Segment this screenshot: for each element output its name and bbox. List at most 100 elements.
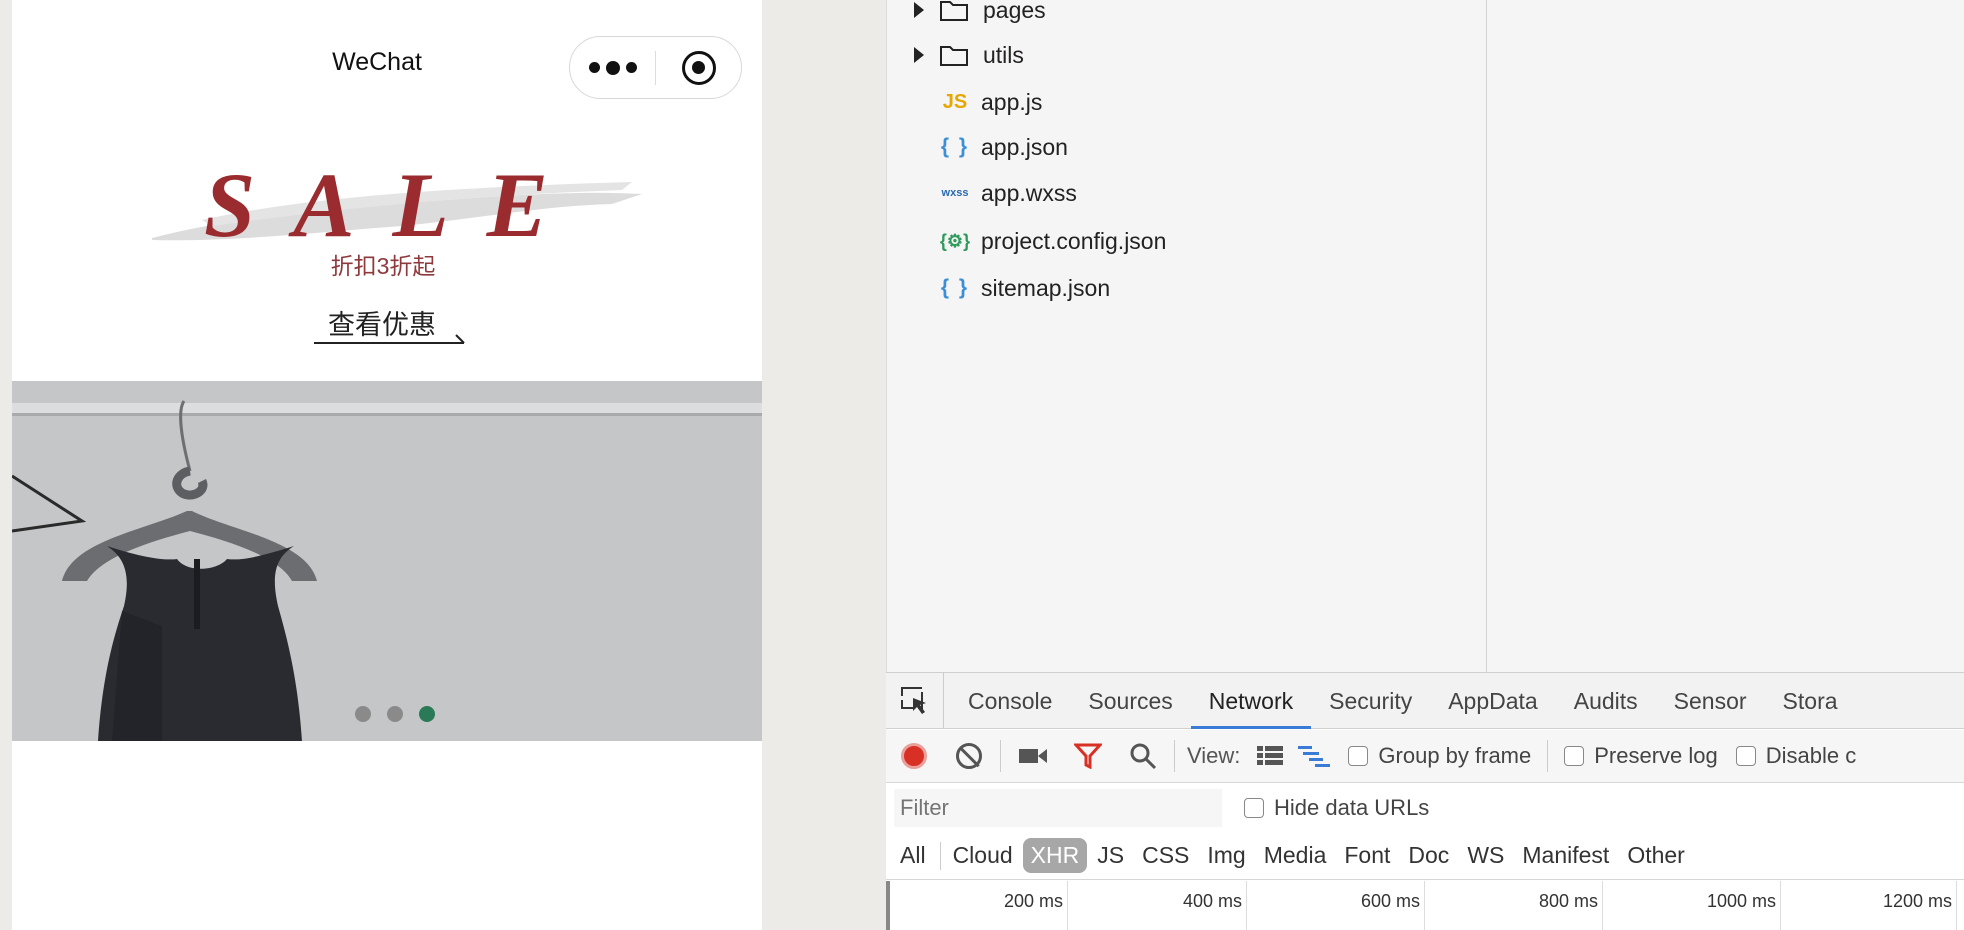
toolbar-divider [1174,740,1175,772]
search-button[interactable] [1115,730,1170,783]
mini-program-capsule [569,36,742,99]
overview-button[interactable] [1292,730,1336,783]
timeline-tick: 600 ms [1247,881,1425,930]
tree-file-app-wxss[interactable]: wxss app.wxss [887,173,1077,213]
tree-file-project-config[interactable]: {⚙} project.config.json [887,221,1166,261]
search-icon [1130,743,1156,770]
timeline-tick: 400 ms [1068,881,1247,930]
more-dot-icon [588,62,600,73]
close-program-button[interactable] [656,50,741,85]
type-filter-media[interactable]: Media [1256,838,1335,873]
type-filter-other[interactable]: Other [1619,838,1693,873]
expand-arrow-icon[interactable] [914,2,924,18]
network-toolbar: View: Group by frame Preserve log Disabl… [886,730,1964,783]
hide-data-urls-checkbox[interactable] [1244,798,1264,818]
hide-data-urls-option[interactable]: Hide data URLs [1244,795,1429,821]
timeline-tick: 200 ms [890,881,1068,930]
screenshot-button[interactable] [1005,730,1060,783]
disable-cache-option[interactable]: Disable c [1735,743,1857,769]
type-filter-js[interactable]: JS [1089,838,1132,873]
network-timeline[interactable]: 200 ms 400 ms 600 ms 800 ms 1000 ms 1200… [886,881,1964,930]
record-icon [900,743,927,769]
preserve-log-option[interactable]: Preserve log [1564,743,1718,769]
simulator-screen: WeChat SALE 折扣3折起 查看优惠 [12,0,762,930]
type-filter-img[interactable]: Img [1199,838,1253,873]
type-divider [939,841,941,870]
resource-type-filters: All Cloud XHR JS CSS Img Media Font Doc … [886,832,1964,880]
more-menu-button[interactable] [570,37,655,98]
config-file-icon: {⚙} [939,230,971,251]
expand-arrow-icon[interactable] [914,47,924,63]
waterfall-icon [1298,746,1331,767]
large-rows-button[interactable] [1248,730,1292,783]
preserve-log-label: Preserve log [1594,743,1718,768]
video-camera-icon [1018,749,1047,763]
tree-file-app-json[interactable]: { } app.json [887,127,1068,167]
folder-icon [940,46,968,66]
devtools-tab-bar: Console Sources Network Security AppData… [886,672,1964,729]
tree-item-label: app.wxss [981,179,1077,206]
type-filter-all[interactable]: All [892,838,934,873]
disable-cache-checkbox[interactable] [1735,746,1756,766]
tab-audits[interactable]: Audits [1556,673,1656,729]
folder-icon [940,1,968,21]
tab-appdata[interactable]: AppData [1430,673,1556,729]
hide-data-urls-label: Hide data URLs [1274,795,1430,820]
timeline-tick: 1200 ms [1781,881,1957,930]
deal-underline-arrow [314,334,465,344]
banner-dot[interactable] [355,706,371,722]
tab-sensor[interactable]: Sensor [1656,673,1765,729]
type-filter-ws[interactable]: WS [1459,838,1512,873]
banner-pagination [355,706,435,722]
view-label: View: [1187,743,1241,768]
tree-item-label: utils [983,41,1024,68]
tab-sources[interactable]: Sources [1070,673,1190,729]
tree-folder-utils[interactable]: utils [887,35,1024,75]
type-filter-css[interactable]: CSS [1134,838,1197,873]
preserve-log-checkbox[interactable] [1564,746,1585,766]
filter-toggle-button[interactable] [1060,730,1115,783]
target-icon [681,50,716,85]
sale-heading: SALE [203,154,587,256]
record-button[interactable] [886,730,941,783]
filter-input[interactable] [894,789,1222,827]
product-banner-image[interactable] [12,381,762,741]
tree-file-app-js[interactable]: JS app.js [887,82,1043,122]
type-filter-font[interactable]: Font [1336,838,1398,873]
inspect-element-button[interactable] [886,672,944,729]
tree-item-label: app.js [981,88,1043,115]
tab-storage[interactable]: Stora [1765,673,1856,729]
clear-button[interactable] [941,730,996,783]
toolbar-divider [1547,740,1549,772]
disable-cache-label: Disable c [1765,743,1857,768]
devtools-panel: Console Sources Network Security AppData… [886,672,1964,930]
type-filter-doc[interactable]: Doc [1400,838,1457,873]
group-by-frame-option[interactable]: Group by frame [1348,743,1531,769]
tree-file-sitemap-json[interactable]: { } sitemap.json [887,268,1110,308]
group-by-frame-checkbox[interactable] [1348,746,1369,766]
dress-on-hanger-image [12,381,762,741]
timeline-tick: 800 ms [1425,881,1603,930]
tab-security[interactable]: Security [1311,673,1430,729]
sale-subtitle: 折扣3折起 [330,253,436,279]
group-by-frame-label: Group by frame [1378,743,1532,768]
type-filter-cloud[interactable]: Cloud [945,838,1021,873]
more-dot-icon [605,60,620,75]
banner-dot-active[interactable] [419,706,435,722]
tree-item-label: app.json [981,133,1068,160]
tree-folder-pages[interactable]: pages [887,0,1046,30]
tab-network[interactable]: Network [1190,673,1312,729]
type-filter-manifest[interactable]: Manifest [1514,838,1617,873]
tree-item-label: pages [983,0,1046,23]
tab-console[interactable]: Console [950,673,1070,729]
tree-item-label: project.config.json [981,227,1167,254]
list-view-icon [1257,746,1284,765]
inspect-cursor-icon [900,686,926,714]
wxss-file-icon: wxss [941,187,969,199]
banner-dot[interactable] [387,706,403,722]
json-file-icon: { } [940,276,970,299]
clear-icon [955,743,982,769]
json-file-icon: { } [940,135,970,158]
more-dot-icon [625,62,637,73]
type-filter-xhr[interactable]: XHR [1022,838,1088,873]
